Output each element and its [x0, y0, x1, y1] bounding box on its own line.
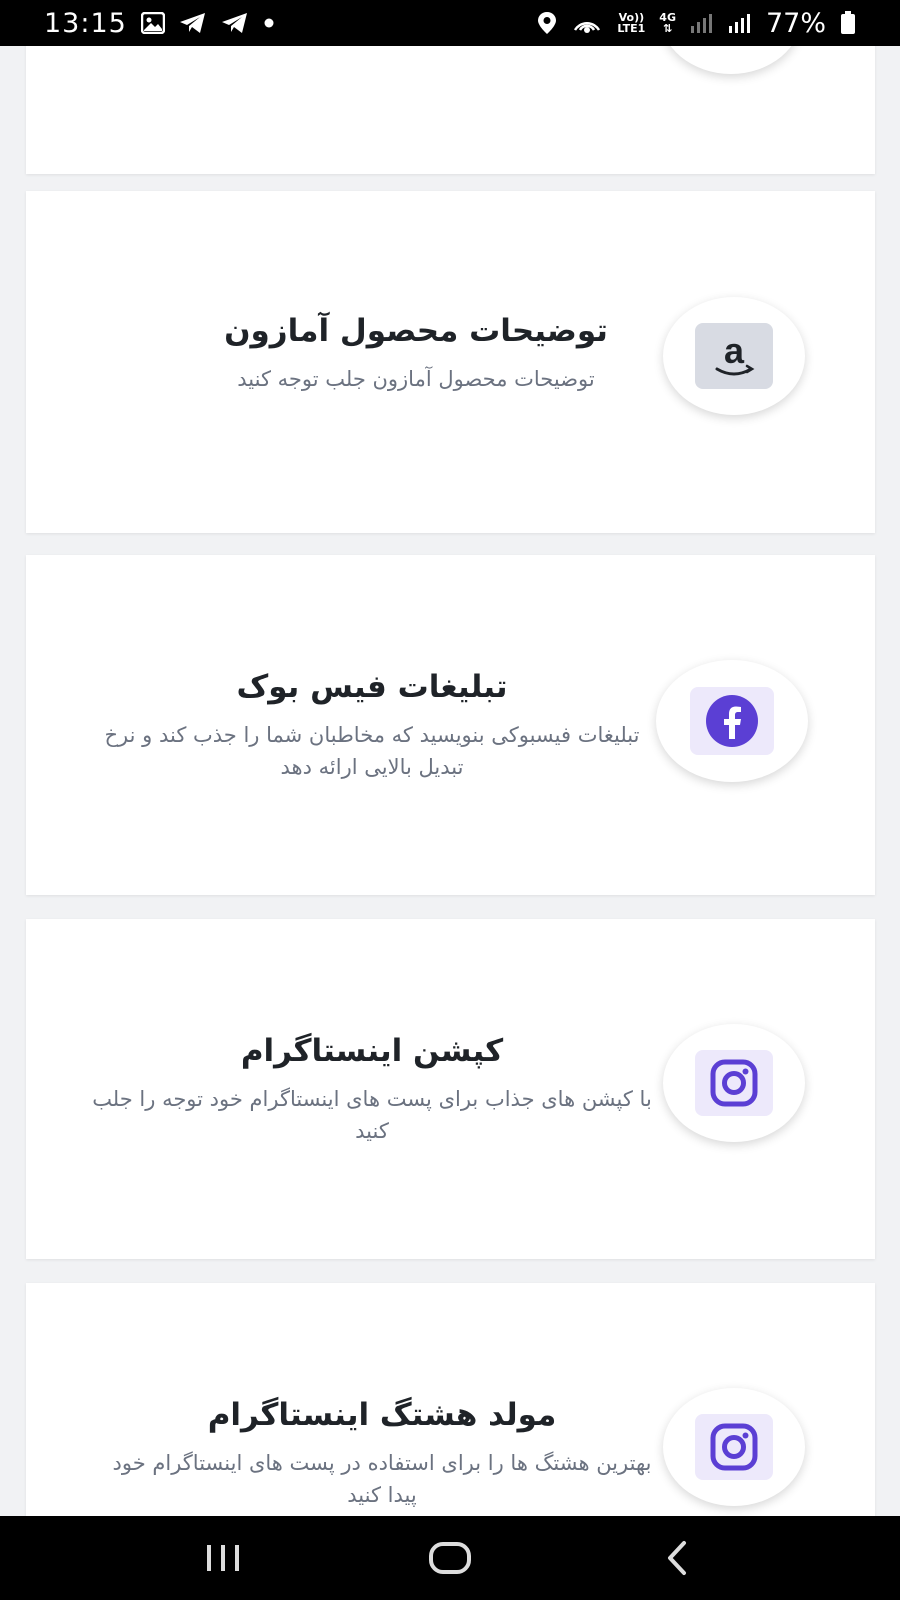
tool-text: تبلیغات فیس بوک تبلیغات فیسبوکی بنویسید …	[102, 665, 642, 783]
tool-text: مولد هشتگ اینستاگرام بهترین هشتگ ها را ب…	[102, 1393, 662, 1511]
tool-icon-circle: a	[663, 297, 805, 415]
tool-title: کپشن اینستاگرام	[240, 1033, 504, 1069]
instagram-icon-tile	[695, 1414, 773, 1480]
dot-icon	[263, 17, 275, 29]
gallery-icon	[140, 12, 165, 34]
tool-card-facebook[interactable]: تبلیغات فیس بوک تبلیغات فیسبوکی بنویسید …	[26, 555, 875, 895]
tool-text: توضیحات محصول آمازون توضیحات محصول آمازو…	[166, 309, 666, 395]
tool-description: توضیحات محصول آمازون جلب توجه کنید	[237, 367, 595, 391]
tool-icon-circle	[656, 660, 808, 782]
location-icon	[537, 11, 557, 35]
tool-icon-circle	[663, 1024, 805, 1142]
back-icon	[667, 1541, 686, 1575]
signal-icon	[728, 12, 752, 34]
status-right: Vo)) LTE1 4G ⇅ 77%	[537, 8, 856, 39]
signal-icon	[690, 12, 714, 34]
recents-button[interactable]	[183, 1528, 263, 1588]
tool-card-instagram-hashtag[interactable]: مولد هشتگ اینستاگرام بهترین هشتگ ها را ب…	[26, 1283, 875, 1516]
instagram-icon	[710, 1059, 758, 1107]
network-volte-label: Vo)) LTE1	[617, 11, 646, 35]
tool-description: تبلیغات فیسبوکی بنویسید که مخاطبان شما ر…	[104, 723, 640, 779]
tool-icon-circle	[663, 1388, 805, 1506]
telegram-icon	[179, 12, 207, 34]
tool-title: تبلیغات فیس بوک	[236, 669, 508, 705]
telegram-icon	[221, 12, 249, 34]
battery-icon	[840, 11, 856, 35]
svg-text:a: a	[724, 333, 745, 371]
tool-card-amazon[interactable]: a توضیحات محصول آمازون توضیحات محصول آما…	[26, 191, 875, 533]
network-type-label: 4G ⇅	[659, 11, 676, 35]
tool-card[interactable]	[26, 46, 875, 174]
hotspot-icon	[571, 10, 603, 36]
battery-percent: 77%	[765, 7, 826, 39]
recents-icon	[207, 1545, 240, 1571]
instagram-icon-tile	[695, 1050, 773, 1116]
home-button[interactable]	[410, 1528, 490, 1588]
instagram-icon	[710, 1423, 758, 1471]
status-left: 13:15	[44, 8, 275, 39]
home-icon	[428, 1542, 471, 1574]
tool-description: بهترین هشتگ ها را برای استفاده در پست ها…	[112, 1451, 652, 1507]
tool-title: توضیحات محصول آمازون	[224, 313, 608, 349]
navigation-bar	[0, 1516, 900, 1600]
facebook-icon-tile	[690, 687, 774, 755]
tool-icon-circle	[660, 46, 802, 74]
status-bar: 13:15 Vo)) LTE1 4G ⇅ 77%	[0, 0, 900, 46]
facebook-icon	[706, 695, 758, 747]
back-button[interactable]	[637, 1528, 717, 1588]
tool-description: با کپشن های جذاب برای پست های اینستاگرام…	[92, 1087, 652, 1143]
status-time: 13:15	[44, 7, 127, 39]
tool-title: مولد هشتگ اینستاگرام	[207, 1397, 557, 1433]
tools-list[interactable]: a توضیحات محصول آمازون توضیحات محصول آما…	[0, 46, 900, 1516]
amazon-icon: a	[695, 323, 773, 389]
tool-card-instagram-caption[interactable]: کپشن اینستاگرام با کپشن های جذاب برای پس…	[26, 919, 875, 1259]
tool-text: کپشن اینستاگرام با کپشن های جذاب برای پس…	[82, 1029, 662, 1147]
